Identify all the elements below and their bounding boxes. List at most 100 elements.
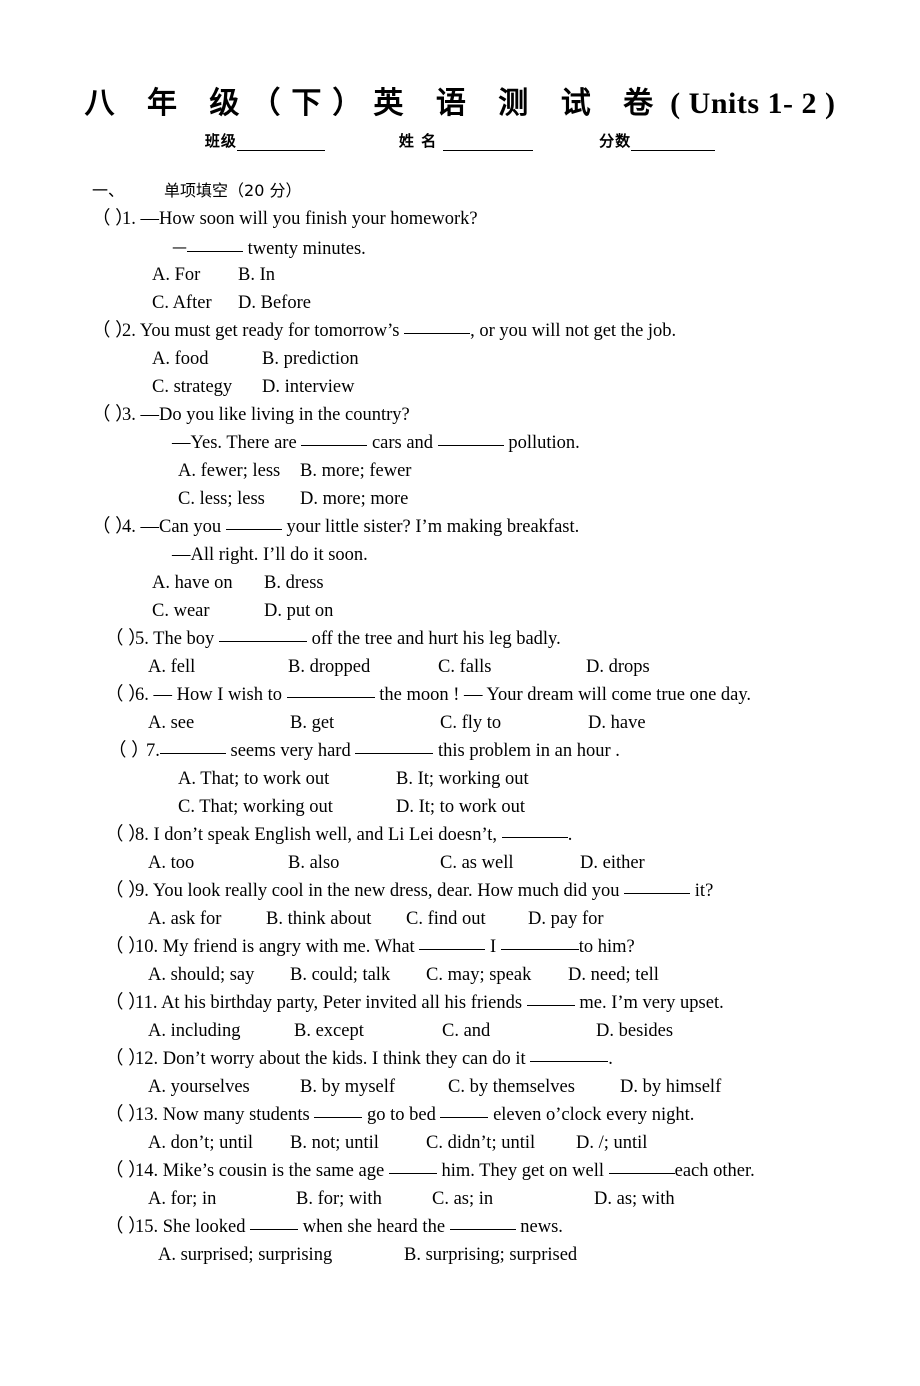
question-13-option-b[interactable]: B. not; until [290, 1129, 426, 1157]
question-2-option-b[interactable]: B. prediction [262, 345, 359, 373]
question-12-option-a[interactable]: A. yourselves [148, 1073, 300, 1101]
question-13-option-a[interactable]: A. don’t; until [148, 1129, 290, 1157]
question-7-blank-2[interactable] [355, 740, 434, 754]
question-1-options-row-1: A. For B. In [0, 261, 920, 289]
question-14-option-c[interactable]: C. as; in [432, 1185, 594, 1213]
question-10-option-d[interactable]: D. need; tell [568, 961, 659, 989]
question-5-option-c[interactable]: C. falls [438, 653, 586, 681]
answer-bracket-8[interactable]: （ ） [105, 821, 147, 849]
question-2-option-c[interactable]: C. strategy [152, 373, 262, 401]
question-7-blank-1[interactable] [159, 740, 226, 754]
question-2-blank[interactable] [404, 320, 471, 334]
answer-bracket-14[interactable]: （ ） [105, 1157, 147, 1185]
question-13-option-c[interactable]: C. didn’t; until [426, 1129, 576, 1157]
question-4-option-c[interactable]: C. wear [152, 597, 264, 625]
question-13-blank-1[interactable] [314, 1104, 363, 1118]
question-1-option-b[interactable]: B. In [238, 261, 275, 289]
answer-bracket-7[interactable]: （ ） [108, 737, 150, 765]
question-11-option-b[interactable]: B. except [294, 1017, 442, 1045]
question-4-option-b[interactable]: B. dress [264, 569, 324, 597]
field-name-input[interactable] [443, 137, 534, 151]
question-6-blank[interactable] [286, 684, 375, 698]
question-13-blank-2[interactable] [440, 1104, 489, 1118]
question-7-option-d[interactable]: D. It; to work out [396, 793, 525, 821]
question-1-blank[interactable] [187, 238, 243, 252]
question-8-option-d[interactable]: D. either [580, 849, 645, 877]
question-12-option-b[interactable]: B. by myself [300, 1073, 448, 1101]
question-15-blank-1[interactable] [250, 1216, 299, 1230]
question-14-blank-1[interactable] [388, 1160, 437, 1174]
question-5-blank[interactable] [218, 628, 307, 642]
answer-bracket-1[interactable]: （ ） [92, 205, 134, 233]
question-11-blank[interactable] [526, 992, 575, 1006]
answer-bracket-3[interactable]: （ ） [92, 401, 134, 429]
question-4-option-d[interactable]: D. put on [264, 597, 333, 625]
section-number: 一、 [92, 180, 125, 200]
question-15-blank-2[interactable] [449, 1216, 516, 1230]
question-8-option-a[interactable]: A. too [148, 849, 288, 877]
question-10-option-c[interactable]: C. may; speak [426, 961, 568, 989]
question-14-text-mid: him. They get on well [436, 1160, 609, 1181]
question-14-option-d[interactable]: D. as; with [594, 1185, 675, 1213]
question-6-option-a[interactable]: A. see [148, 709, 290, 737]
question-13-option-d[interactable]: D. /; until [576, 1129, 647, 1157]
question-9-option-a[interactable]: A. ask for [148, 905, 266, 933]
question-7-option-b[interactable]: B. It; working out [396, 765, 529, 793]
question-14-option-b[interactable]: B. for; with [296, 1185, 432, 1213]
answer-bracket-2[interactable]: （ ） [92, 317, 134, 345]
answer-bracket-12[interactable]: （ ） [105, 1045, 147, 1073]
question-10-option-a[interactable]: A. should; say [148, 961, 290, 989]
question-5-option-a[interactable]: A. fell [148, 653, 288, 681]
question-12-blank[interactable] [530, 1048, 609, 1062]
question-3-blank-2[interactable] [437, 432, 504, 446]
question-15-option-a[interactable]: A. surprised; surprising [158, 1241, 404, 1269]
question-11-option-a[interactable]: A. including [148, 1017, 294, 1045]
question-5-option-b[interactable]: B. dropped [288, 653, 438, 681]
answer-bracket-5[interactable]: （ ） [105, 625, 147, 653]
question-1-option-a[interactable]: A. For [152, 261, 238, 289]
question-8-option-c[interactable]: C. as well [440, 849, 580, 877]
question-2-option-a[interactable]: A. food [152, 345, 262, 373]
question-3-option-c[interactable]: C. less; less [178, 485, 300, 513]
question-14-option-a[interactable]: A. for; in [148, 1185, 296, 1213]
question-7-option-a[interactable]: A. That; to work out [178, 765, 396, 793]
question-3-blank-1[interactable] [301, 432, 368, 446]
question-1-option-d[interactable]: D. Before [238, 289, 311, 317]
question-10-option-b[interactable]: B. could; talk [290, 961, 426, 989]
question-9-option-c[interactable]: C. find out [406, 905, 528, 933]
answer-bracket-6[interactable]: （ ） [105, 681, 147, 709]
question-12-option-d[interactable]: D. by himself [620, 1073, 721, 1101]
question-15-option-b[interactable]: B. surprising; surprised [404, 1241, 577, 1269]
question-3-option-d[interactable]: D. more; more [300, 485, 408, 513]
answer-bracket-10[interactable]: （ ） [105, 933, 147, 961]
question-8-blank[interactable] [501, 824, 568, 838]
question-8-option-b[interactable]: B. also [288, 849, 440, 877]
answer-bracket-9[interactable]: （ ） [105, 877, 147, 905]
question-3-option-a[interactable]: A. fewer; less [178, 457, 300, 485]
question-6-option-d[interactable]: D. have [588, 709, 646, 737]
field-class-input[interactable] [236, 137, 325, 151]
answer-bracket-13[interactable]: （ ） [105, 1101, 147, 1129]
question-4-blank[interactable] [225, 516, 282, 530]
answer-bracket-11[interactable]: （ ） [105, 989, 147, 1017]
question-12-option-c[interactable]: C. by themselves [448, 1073, 620, 1101]
question-11-option-c[interactable]: C. and [442, 1017, 596, 1045]
question-5-option-d[interactable]: D. drops [586, 653, 650, 681]
question-11-option-d[interactable]: D. besides [596, 1017, 673, 1045]
answer-bracket-4[interactable]: （ ） [92, 513, 134, 541]
question-6-option-c[interactable]: C. fly to [440, 709, 588, 737]
question-6-option-b[interactable]: B. get [290, 709, 440, 737]
question-10-blank-2[interactable] [500, 936, 579, 950]
question-10-blank-1[interactable] [419, 936, 486, 950]
answer-bracket-15[interactable]: （ ） [105, 1213, 147, 1241]
field-score-input[interactable] [631, 137, 716, 151]
question-1-option-c[interactable]: C. After [152, 289, 238, 317]
question-2-option-d[interactable]: D. interview [262, 373, 354, 401]
question-14-blank-2[interactable] [608, 1160, 675, 1174]
question-3-option-b[interactable]: B. more; fewer [300, 457, 411, 485]
question-9-option-b[interactable]: B. think about [266, 905, 406, 933]
question-7-option-c[interactable]: C. That; working out [178, 793, 396, 821]
question-9-option-d[interactable]: D. pay for [528, 905, 604, 933]
question-9-blank[interactable] [624, 880, 691, 894]
question-4-option-a[interactable]: A. have on [152, 569, 264, 597]
